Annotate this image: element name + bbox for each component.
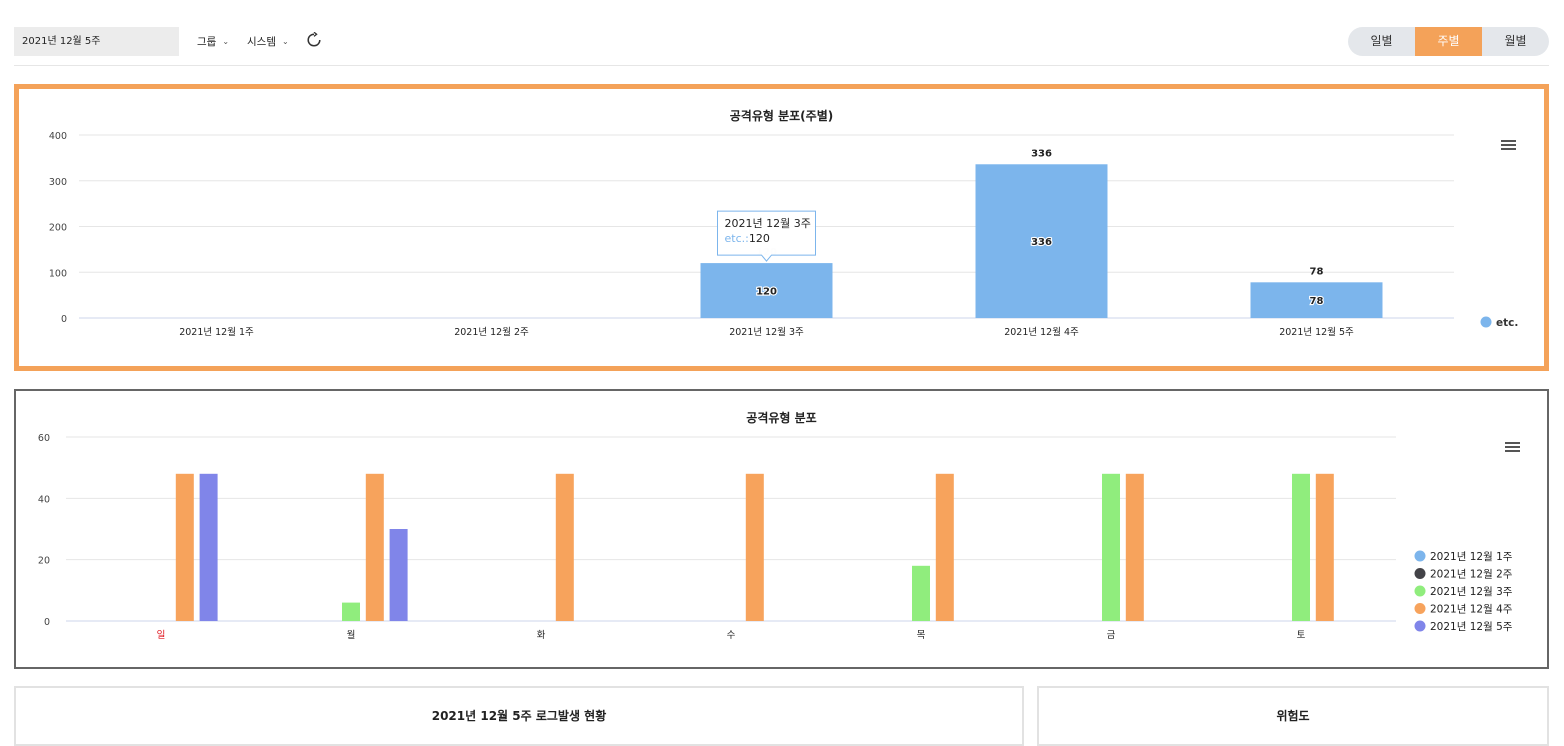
weekly-bar-chart: 0 100 200 300 400 2021년 12월 1주 2021년 12월 2주 202… [49, 131, 1519, 338]
legend-marker [1414, 550, 1426, 562]
legend-marker [1414, 603, 1426, 614]
daily-grouped-bar-chart: 0 20 40 60 일 월 화 수 목 금 토 2021년 12월 1주 2021년 12월 2주 20… [38, 433, 1513, 641]
date-picker-field[interactable]: 2021년 12월 5주 [14, 27, 179, 56]
bar-top-label: 336 [1031, 148, 1052, 159]
x-tick-label: 토 [1297, 630, 1306, 641]
chart-bar[interactable] [1102, 473, 1120, 621]
legend-item[interactable]: etc. [1480, 316, 1519, 330]
y-tick-label: 60 [38, 433, 50, 444]
refresh-icon[interactable] [306, 32, 322, 48]
chart-bar[interactable] [935, 473, 954, 621]
x-tick-label: 화 [537, 630, 546, 641]
legend-label: 2021년 12월 3주 [1430, 586, 1513, 598]
y-tick-label: 20 [38, 556, 50, 567]
legend-item[interactable]: 2021년 12월 4주 [1414, 603, 1513, 616]
legend-item[interactable]: 2021년 12월 1주 [1414, 550, 1513, 564]
bar-value-label: 336 [1031, 237, 1052, 248]
legend-marker [1414, 585, 1426, 597]
system-dropdown-label: 시스템 [247, 36, 276, 48]
chart-bar[interactable] [1125, 473, 1144, 621]
toolbar: 2021년 12월 5주 그룹 ⌄ 시스템 ⌄ 일별 주별 월별 [14, 27, 1549, 66]
x-tick-label: 월 [347, 629, 356, 641]
y-tick-label: 0 [61, 314, 67, 325]
chart-bar[interactable] [912, 565, 930, 621]
period-toggle: 일별 주별 월별 [1348, 27, 1549, 56]
y-tick-label: 100 [49, 268, 67, 279]
system-dropdown[interactable]: 시스템 ⌄ [247, 34, 289, 49]
legend-label: 2021년 12월 4주 [1430, 604, 1513, 616]
tooltip-title: 2021년 12월 3주 [725, 217, 811, 230]
legend-marker [1414, 620, 1426, 632]
chart-bar[interactable] [1315, 473, 1334, 621]
weekly-attack-chart-panel: 공격유형 분포(주별) 0 100 200 300 400 2021년 12월 1주 202… [14, 84, 1549, 371]
chart-bar[interactable] [175, 473, 194, 621]
legend-marker [1480, 316, 1492, 328]
chart-bar[interactable] [342, 602, 360, 621]
y-tick-label: 200 [49, 223, 67, 234]
x-tick-label: 목 [917, 630, 926, 641]
legend-label: etc. [1496, 317, 1518, 329]
tab-weekly[interactable]: 주별 [1415, 27, 1482, 56]
legend-item[interactable]: 2021년 12월 3주 [1414, 585, 1513, 599]
log-status-panel: 2021년 12월 5주 로그발생 현황 [14, 686, 1024, 746]
x-tick-label: 2021년 12월 1주 [179, 326, 254, 338]
log-status-title: 2021년 12월 5주 로그발생 현황 [431, 709, 607, 723]
legend-marker [1414, 568, 1426, 579]
legend-item[interactable]: 2021년 12월 2주 [1414, 568, 1513, 581]
chart-bar[interactable] [745, 473, 764, 621]
legend-item[interactable]: 2021년 12월 5주 [1414, 620, 1513, 634]
group-dropdown[interactable]: 그룹 ⌄ [197, 34, 229, 49]
chart-bar[interactable] [365, 473, 384, 621]
x-tick-label: 2021년 12월 2주 [454, 326, 529, 338]
tooltip-value: etc.:120 [725, 232, 770, 245]
legend-label: 2021년 12월 1주 [1430, 551, 1513, 563]
attack-distribution-chart-panel: 공격유형 분포 0 20 40 60 일 월 화 수 목 금 토 2021년 12월 1주 2021년 … [14, 389, 1549, 669]
x-tick-label: 2021년 12월 4주 [1004, 326, 1079, 338]
legend-label: 2021년 12월 2주 [1430, 569, 1513, 581]
tooltip-series-value: 120 [749, 232, 770, 245]
x-tick-label: 금 [1107, 630, 1116, 641]
chart-tooltip: 2021년 12월 3주 etc.:120 [717, 210, 816, 262]
group-dropdown-label: 그룹 [197, 36, 217, 48]
chart-bar[interactable] [199, 473, 218, 621]
x-tick-label: 2021년 12월 3주 [729, 326, 804, 338]
chart-bar[interactable] [1292, 473, 1310, 621]
y-tick-label: 40 [38, 494, 50, 505]
risk-panel: 위험도 [1037, 686, 1549, 746]
x-tick-label: 2021년 12월 5주 [1279, 326, 1354, 338]
risk-title: 위험도 [1276, 709, 1310, 723]
chart-bar[interactable] [389, 529, 408, 621]
tooltip-series-name: etc.: [725, 232, 749, 245]
y-tick-label: 400 [49, 131, 67, 142]
bar-value-label: 78 [1310, 296, 1324, 307]
legend-label: 2021년 12월 5주 [1430, 621, 1513, 633]
chart-bar[interactable] [555, 473, 574, 621]
tab-daily[interactable]: 일별 [1348, 27, 1415, 56]
tab-monthly[interactable]: 월별 [1482, 27, 1549, 56]
bar-top-label: 78 [1310, 266, 1324, 277]
chevron-down-icon: ⌄ [281, 37, 289, 46]
x-tick-label: 일 [157, 630, 166, 641]
chevron-down-icon: ⌄ [222, 37, 230, 46]
bar-value-label: 120 [756, 287, 777, 298]
y-tick-label: 300 [49, 177, 67, 188]
y-tick-label: 0 [44, 617, 50, 628]
x-tick-label: 수 [727, 630, 736, 641]
